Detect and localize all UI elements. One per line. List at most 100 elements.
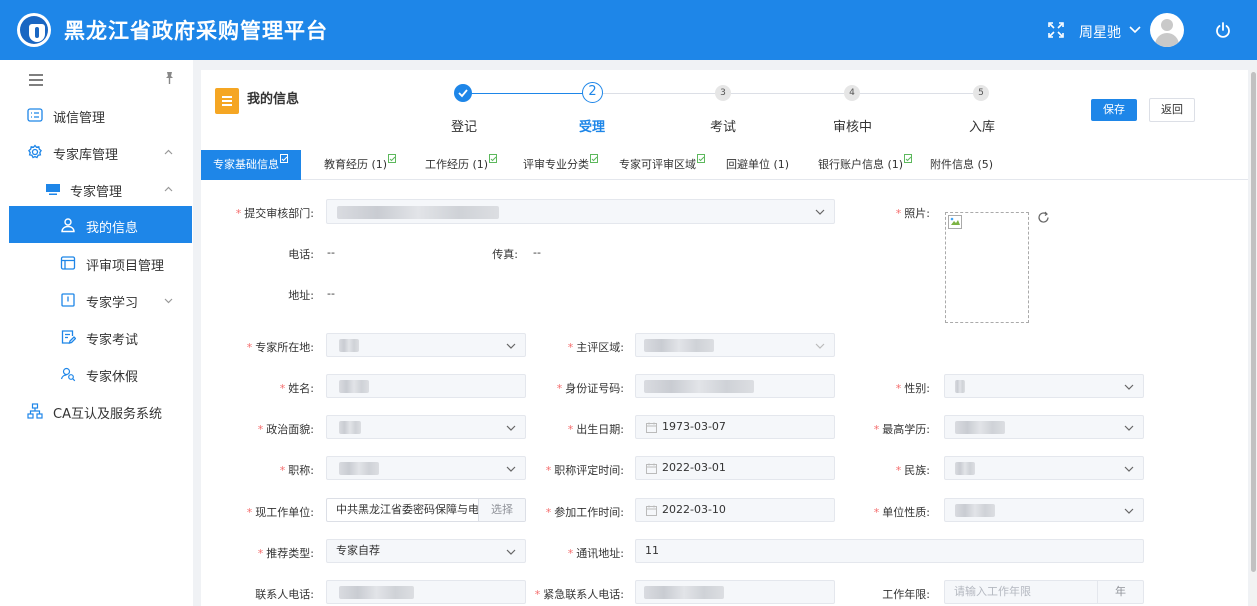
- sidebar-item-label: 专家休假: [86, 370, 139, 385]
- dept-select[interactable]: [326, 199, 835, 224]
- years-input[interactable]: 请输入工作年限 年: [944, 580, 1144, 604]
- step-4-label: 审核中: [833, 120, 873, 135]
- mail-addr-label: * 通讯地址:: [567, 547, 624, 560]
- document-check-icon: [280, 154, 288, 163]
- pin-icon[interactable]: [162, 71, 176, 85]
- menu-collapse-icon[interactable]: [29, 74, 43, 86]
- sidebar-item-expert-exam[interactable]: 专家考试: [0, 318, 193, 355]
- unit-type-select[interactable]: [944, 498, 1144, 522]
- page-title: 我的信息: [247, 92, 300, 107]
- tab-review-region[interactable]: 专家可评审区域: [619, 150, 706, 180]
- tab-review-category[interactable]: 评审专业分类: [523, 150, 599, 180]
- sidebar-item-expert-vacation[interactable]: 专家休假: [0, 355, 193, 392]
- id-label: * 身份证号码:: [556, 382, 624, 395]
- tab-label: 专家可评审区域: [619, 158, 696, 171]
- step-connector: [860, 93, 974, 94]
- chevron-down-icon: [506, 343, 516, 349]
- chevron-down-icon: [164, 298, 173, 304]
- document-check-icon: [904, 154, 913, 163]
- years-label: 工作年限:: [882, 588, 930, 601]
- chevron-down-icon: [815, 209, 825, 215]
- birth-date-input[interactable]: 1973-03-07: [635, 415, 835, 439]
- step-3-label: 考试: [710, 120, 737, 135]
- sidebar-item-credit[interactable]: 诚信管理: [0, 96, 193, 133]
- location-select[interactable]: [326, 333, 526, 357]
- platform-logo-icon: [17, 13, 51, 47]
- recommend-label: * 推荐类型:: [257, 547, 314, 560]
- step-5-label: 入库: [969, 120, 996, 135]
- choose-employer-button[interactable]: 选择: [478, 499, 525, 521]
- avatar[interactable]: [1150, 13, 1184, 47]
- save-button[interactable]: 保存: [1091, 99, 1137, 121]
- chevron-up-icon: [164, 186, 173, 192]
- chevron-down-icon: [1124, 508, 1134, 514]
- gender-select[interactable]: [944, 374, 1144, 398]
- refresh-icon[interactable]: [1037, 211, 1050, 224]
- step-connector: [603, 93, 716, 94]
- sidebar-item-ca-system[interactable]: CA互认及服务系统: [0, 392, 193, 429]
- phone-label: 电话:: [288, 248, 314, 261]
- app-title: 黑龙江省政府采购管理平台: [64, 19, 328, 43]
- sidebar-item-expert-study[interactable]: 专家学习: [0, 281, 193, 318]
- job-title-select[interactable]: [326, 456, 526, 480]
- emergency-phone-input[interactable]: [635, 580, 835, 604]
- chevron-down-icon: [506, 425, 516, 431]
- id-input[interactable]: [635, 374, 835, 398]
- main-area-select[interactable]: [635, 333, 835, 357]
- contact-phone-input[interactable]: [326, 580, 526, 604]
- user-icon: [61, 218, 75, 233]
- sidebar-item-label: 诚信管理: [53, 111, 106, 126]
- gender-label: * 性别:: [895, 382, 930, 395]
- emergency-phone-label: * 紧急联系人电话:: [534, 588, 624, 601]
- mail-addr-input[interactable]: 11: [635, 539, 1144, 563]
- user-search-icon: [60, 367, 76, 382]
- recommend-select[interactable]: 专家自荐: [326, 539, 526, 563]
- title-date-input[interactable]: 2022-03-01: [635, 456, 835, 480]
- education-label: * 最高学历:: [873, 423, 930, 436]
- vertical-scrollbar[interactable]: [1250, 70, 1257, 606]
- tab-basic-info[interactable]: 专家基础信息: [201, 150, 301, 180]
- chevron-down-icon: [1124, 384, 1134, 390]
- fullscreen-icon[interactable]: [1048, 22, 1064, 38]
- sidebar-item-label: 专家管理: [70, 185, 123, 200]
- power-icon[interactable]: [1214, 21, 1232, 39]
- address-label: 地址:: [288, 289, 314, 302]
- tab-work-history[interactable]: 工作经历 (1): [425, 150, 498, 180]
- user-name[interactable]: 周星驰: [1079, 22, 1121, 42]
- top-bar: 黑龙江省政府采购管理平台 周星驰: [0, 0, 1257, 60]
- address-value: --: [327, 287, 335, 300]
- photo-placeholder[interactable]: [945, 212, 1029, 323]
- employer-value: 中共黑龙江省委密码保障与电子: [336, 503, 490, 516]
- sidebar-item-label: 专家学习: [86, 296, 139, 311]
- education-select[interactable]: [944, 415, 1144, 439]
- sidebar-item-review-projects[interactable]: 评审项目管理: [0, 244, 193, 281]
- political-select[interactable]: [326, 415, 526, 439]
- chevron-down-icon[interactable]: [1128, 22, 1142, 36]
- tab-education[interactable]: 教育经历 (1): [324, 150, 397, 180]
- sidebar-item-my-info[interactable]: 我的信息: [9, 206, 192, 243]
- back-button[interactable]: 返回: [1149, 98, 1195, 122]
- broken-image-icon: [948, 215, 962, 229]
- chevron-down-icon: [1124, 425, 1134, 431]
- sidebar-item-label: CA互认及服务系统: [53, 407, 162, 422]
- tab-attachments[interactable]: 附件信息 (5): [930, 150, 993, 180]
- list-icon: [27, 108, 43, 122]
- tab-avoid-units[interactable]: 回避单位 (1): [726, 150, 789, 180]
- ethnicity-select[interactable]: [944, 456, 1144, 480]
- employer-input[interactable]: 中共黑龙江省委密码保障与电子 选择: [326, 498, 526, 522]
- tab-label: 工作经历 (1): [425, 158, 489, 171]
- tab-label: 专家基础信息: [213, 158, 279, 171]
- book-icon: [61, 293, 75, 307]
- tab-bank-account[interactable]: 银行账户信息 (1): [818, 150, 913, 180]
- name-input[interactable]: [326, 374, 526, 398]
- chevron-up-icon: [164, 149, 173, 155]
- mail-addr-value: 11: [645, 544, 659, 557]
- location-label: * 专家所在地:: [246, 341, 314, 354]
- sidebar-item-expert-library[interactable]: 专家库管理: [0, 133, 193, 170]
- step-2-circle: 2: [582, 82, 603, 103]
- sidebar-item-expert-management[interactable]: 专家管理: [0, 170, 193, 207]
- step-5-circle: 5: [973, 85, 989, 101]
- step-2-label: 受理: [579, 120, 606, 135]
- work-start-input[interactable]: 2022-03-10: [635, 498, 835, 522]
- work-start-label: * 参加工作时间:: [545, 506, 624, 519]
